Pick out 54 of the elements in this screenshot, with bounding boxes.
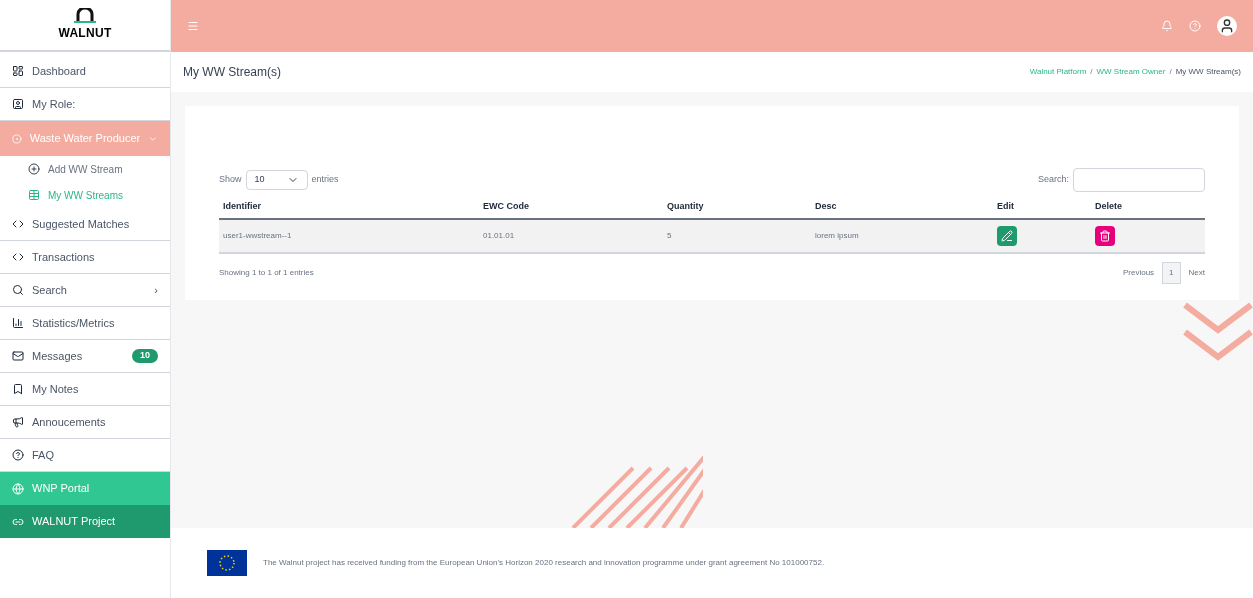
- help-icon[interactable]: [1189, 20, 1201, 32]
- edit-button[interactable]: [997, 225, 1017, 246]
- zigzag-decoration: [1183, 300, 1253, 362]
- globe-icon: [12, 482, 24, 495]
- arrow-glyph: ›: [154, 282, 158, 298]
- column-header: Delete: [1095, 201, 1122, 211]
- column-header: Identifier: [223, 201, 261, 211]
- logo-text: WALNUT: [58, 25, 112, 42]
- page-button[interactable]: 1: [1162, 261, 1181, 284]
- question-icon: [12, 449, 24, 461]
- sidebar-link[interactable]: WALNUT Project: [0, 505, 170, 538]
- page-size-select[interactable]: 10: [245, 170, 308, 190]
- code-icon: [12, 218, 24, 230]
- menu-icon[interactable]: [187, 20, 199, 32]
- bookmark-icon: [12, 383, 24, 395]
- table-cell: 01.01.01: [483, 230, 515, 240]
- table-info: Showing 1 to 1 of 1 entries: [219, 266, 314, 279]
- notification-icon[interactable]: [1161, 20, 1173, 32]
- search-label: Search:: [1037, 173, 1069, 187]
- logo-icon: [74, 8, 96, 24]
- table-cell: user1-wwstream--1: [223, 230, 292, 240]
- page-title: My WW Stream(s): [183, 64, 281, 81]
- breadcrumb-separator: /: [1169, 66, 1172, 78]
- megaphone-icon: [12, 416, 24, 428]
- table-cell: lorem ipsum: [815, 230, 859, 240]
- search-field[interactable]: [1073, 168, 1205, 192]
- column-header: EWC Code: [483, 201, 529, 211]
- search-icon: [12, 284, 24, 296]
- target-icon: [12, 132, 22, 145]
- user-icon[interactable]: [1217, 16, 1237, 36]
- next-button[interactable]: Next: [1188, 266, 1205, 279]
- show-label: Show: [219, 173, 242, 187]
- entries-label: entries: [311, 173, 339, 187]
- dashboard-icon: [12, 65, 24, 77]
- column-header: Quantity: [667, 201, 704, 211]
- breadcrumb-current: My WW Stream(s): [1175, 66, 1241, 78]
- submenu-item[interactable]: Add WW Stream: [0, 156, 170, 182]
- delete-button[interactable]: [1095, 225, 1115, 246]
- table-icon: [28, 189, 40, 201]
- eu-flag-icon: [207, 550, 247, 576]
- edit-icon: [1001, 229, 1013, 242]
- table-cell: 5: [667, 230, 672, 240]
- person-card-icon: [12, 98, 24, 110]
- trash-icon: [1099, 229, 1111, 242]
- column-header: Edit: [997, 201, 1014, 211]
- breadcrumb-separator: /: [1090, 66, 1093, 78]
- mail-icon: [12, 350, 24, 362]
- plus-circle-icon: [28, 163, 40, 175]
- funding-notice: The Walnut project has received funding from the European Union's Horizon 2020 research and innovation programme under grant agreement No 101000752.: [263, 557, 826, 569]
- column-header: Desc: [815, 201, 837, 211]
- count-badge: 10: [132, 349, 158, 363]
- chart-icon: [12, 317, 24, 329]
- previous-button[interactable]: Previous: [1122, 266, 1155, 279]
- code-icon: [12, 251, 24, 263]
